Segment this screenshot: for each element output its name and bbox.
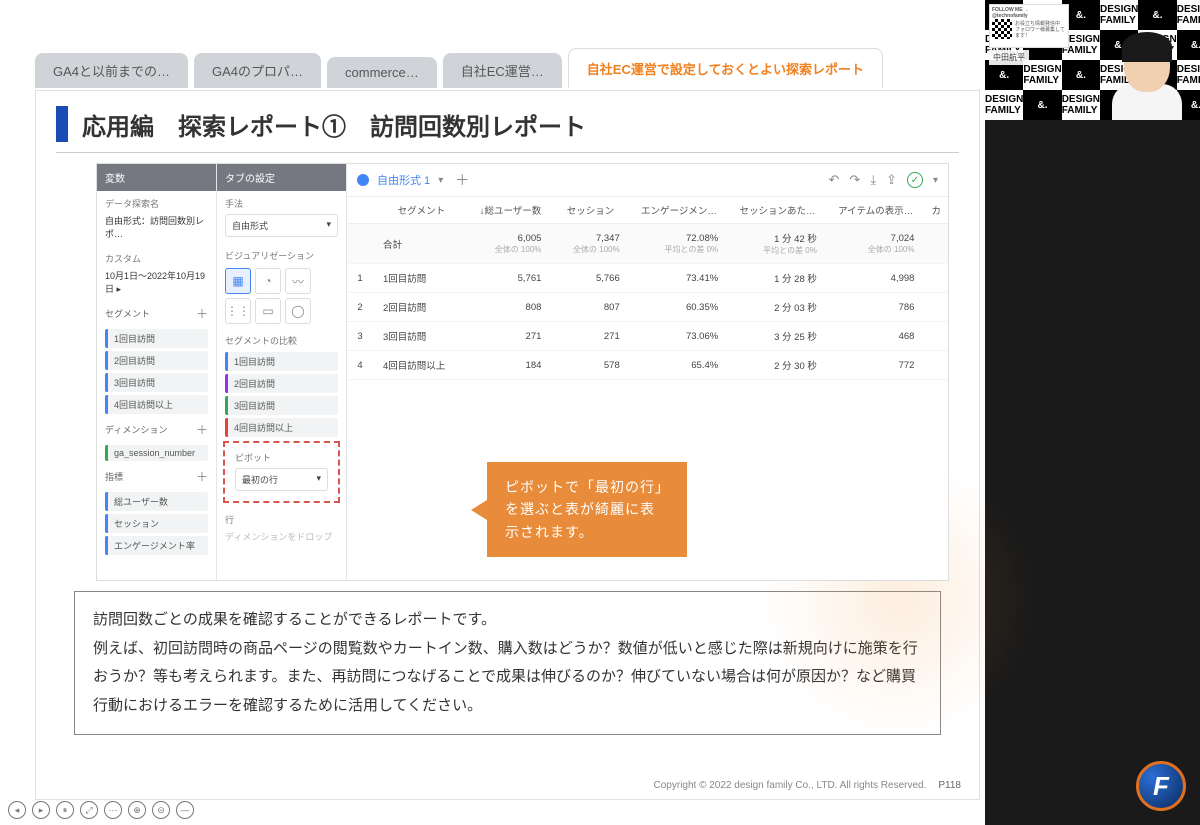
segment-chip[interactable]: 3回目訪問 — [105, 373, 208, 392]
dimensions-label: ディメンション — [105, 423, 167, 436]
control-icon[interactable]: ⊝ — [152, 801, 170, 819]
seg-compare-chip[interactable]: 4回目訪問以上 — [225, 418, 338, 437]
seg-compare-chip[interactable]: 2回目訪問 — [225, 374, 338, 393]
presenter-figure — [1106, 24, 1186, 120]
date-range[interactable]: 10月1日～2022年10月19日 ▸ — [97, 267, 216, 301]
tab-3[interactable]: 自社EC運営… — [443, 53, 562, 88]
callout-text: ピボットで「最初の行」を選ぶと表が綺麗に表示されます。 — [505, 479, 663, 540]
add-segment-icon[interactable]: ＋ — [196, 305, 208, 322]
tab-1[interactable]: GA4のプロパ… — [194, 53, 321, 88]
result-tab-indicator — [357, 174, 369, 186]
viz-scatter-icon[interactable]: ⋮⋮ — [225, 298, 251, 324]
chevron-down-icon[interactable]: ▾ — [438, 175, 443, 186]
prev-slide-icon[interactable]: ◂ — [8, 801, 26, 819]
result-header: 自由形式 1 ▾ ＋ ↶ ↷ ⤓ ⇪ ✓▾ — [347, 164, 948, 197]
add-metric-icon[interactable]: ＋ — [196, 468, 208, 485]
settings-header: タブの設定 — [217, 164, 346, 191]
col-header[interactable]: セグメント — [373, 197, 470, 224]
control-icon[interactable]: ⤢ — [80, 801, 98, 819]
table-row: 22回目訪問80880760.35%2 分 03 秒786 — [347, 293, 948, 322]
col-header[interactable]: エンゲージメン… — [630, 197, 728, 224]
metrics-label: 指標 — [105, 470, 123, 483]
seg-compare-chip[interactable]: 1回目訪問 — [225, 352, 338, 371]
chevron-down-icon: ▾ — [316, 473, 321, 486]
date-label: カスタム — [97, 246, 216, 267]
technique-label: 手法 — [217, 191, 346, 212]
col-header[interactable]: カ — [924, 197, 948, 224]
callout-arrow-icon — [471, 500, 487, 520]
status-check-icon[interactable]: ✓ — [907, 172, 923, 188]
technique-dropdown[interactable]: 自由形式▾ — [225, 214, 338, 237]
table-row: 33回目訪問27127173.06%3 分 25 秒468 — [347, 322, 948, 351]
tab-0[interactable]: GA4と以前までの… — [35, 53, 188, 88]
segments-label: セグメント — [105, 307, 150, 320]
share-icon[interactable]: ⇪ — [886, 172, 897, 188]
viz-geo-icon[interactable]: ◯ — [285, 298, 311, 324]
add-dimension-icon[interactable]: ＋ — [196, 421, 208, 438]
seg-compare-label: セグメントの比較 — [217, 328, 346, 349]
control-icon[interactable]: ⏸ — [56, 801, 74, 819]
qr-card: FOLLOW ME → @technofamily お役立ち情報発信中 フォロワ… — [989, 4, 1069, 48]
tab-2[interactable]: commerce… — [327, 57, 437, 88]
callout-box: ピボットで「最初の行」を選ぶと表が綺麗に表示されます。 — [487, 462, 687, 557]
chevron-down-icon: ▾ — [326, 219, 331, 232]
segment-chip[interactable]: 2回目訪問 — [105, 351, 208, 370]
metric-chip[interactable]: 総ユーザー数 — [105, 492, 208, 511]
seg-compare-chip[interactable]: 3回目訪問 — [225, 396, 338, 415]
control-icon[interactable]: ⋯ — [104, 801, 122, 819]
pivot-dropdown[interactable]: 最初の行▾ — [235, 468, 328, 491]
control-icon[interactable]: ⊕ — [128, 801, 146, 819]
rows-section-label: 行 — [217, 507, 346, 528]
f-badge-icon[interactable]: F — [1136, 761, 1186, 811]
vars-header: 変数 — [97, 164, 216, 191]
presentation-controls: ◂ ▸ ⏸ ⤢ ⋯ ⊕ ⊝ — — [8, 801, 194, 819]
col-header[interactable]: ↓総ユーザー数 — [470, 197, 552, 224]
results-table: セグメント ↓総ユーザー数 セッション エンゲージメン… セッションあた… アイ… — [347, 197, 948, 380]
viz-donut-icon[interactable]: ◔ — [255, 268, 281, 294]
viz-selector: ▦ ◔ 〰 ⋮⋮ ▭ ◯ — [217, 264, 346, 328]
slide-footer: Copyright © 2022 design family Co., LTD.… — [654, 780, 961, 791]
col-header[interactable]: アイテムの表示… — [827, 197, 925, 224]
table-row: 44回目訪問以上18457865.4%2 分 30 秒772 — [347, 351, 948, 380]
download-icon[interactable]: ⤓ — [870, 172, 876, 188]
tab-active[interactable]: 自社EC運営で設定しておくとよい探索レポート — [568, 48, 883, 88]
viz-line-icon[interactable]: 〰 — [285, 268, 311, 294]
redo-icon[interactable]: ↷ — [849, 172, 860, 188]
ga4-screenshot: 変数 データ探索名 自由形式：訪問回数別レポ… カスタム 10月1日～2022年… — [96, 163, 949, 581]
qr-code-icon — [992, 19, 1012, 39]
explore-name-label: データ探索名 — [97, 191, 216, 212]
slide-title-row: 応用編 探索レポート① 訪問回数別レポート — [56, 106, 959, 153]
viz-label: ビジュアリゼーション — [217, 243, 346, 264]
segment-chip[interactable]: 4回目訪問以上 — [105, 395, 208, 414]
undo-icon[interactable]: ↶ — [829, 172, 840, 188]
tabs-bar: GA4と以前までの… GA4のプロパ… commerce… 自社EC運営… 自社… — [35, 48, 985, 88]
rows-drop-hint[interactable]: ディメンションをドロップ — [217, 528, 346, 549]
totals-row: 合計 6,005全体の 100% 7,347全体の 100% 72.08%平均と… — [347, 224, 948, 264]
slide: 応用編 探索レポート① 訪問回数別レポート 変数 データ探索名 自由形式：訪問回… — [35, 90, 980, 800]
explore-name[interactable]: 自由形式：訪問回数別レポ… — [97, 212, 216, 246]
presenter-webcam: &.DESIGN FAMILY&.DESIGN FAMILY&.DESIGN F… — [985, 0, 1200, 120]
viz-bar-icon[interactable]: ▭ — [255, 298, 281, 324]
tab-settings-panel: タブの設定 手法 自由形式▾ ビジュアリゼーション ▦ ◔ 〰 ⋮⋮ ▭ ◯ セ… — [217, 164, 347, 580]
control-icon[interactable]: — — [176, 801, 194, 819]
metric-chip[interactable]: セッション — [105, 514, 208, 533]
metric-chip[interactable]: エンゲージメント率 — [105, 536, 208, 555]
add-result-tab-icon[interactable]: ＋ — [455, 170, 469, 190]
variables-panel: 変数 データ探索名 自由形式：訪問回数別レポ… カスタム 10月1日～2022年… — [97, 164, 217, 580]
col-header[interactable]: セッション — [551, 197, 629, 224]
table-row: 11回目訪問5,7615,76673.41%1 分 28 秒4,998 — [347, 264, 948, 293]
pivot-highlight: ピボット 最初の行▾ — [223, 441, 340, 503]
viz-table-icon[interactable]: ▦ — [225, 268, 251, 294]
presenter-name: 中田航平 — [989, 50, 1029, 65]
segment-chip[interactable]: 1回目訪問 — [105, 329, 208, 348]
result-tab-name[interactable]: 自由形式 1 — [377, 172, 430, 188]
col-header[interactable]: セッションあた… — [728, 197, 827, 224]
next-slide-icon[interactable]: ▸ — [32, 801, 50, 819]
title-accent — [56, 106, 68, 142]
pivot-label: ピボット — [227, 445, 336, 466]
page-title: 応用編 探索レポート① 訪問回数別レポート — [82, 107, 586, 142]
dimension-chip[interactable]: ga_session_number — [105, 445, 208, 461]
